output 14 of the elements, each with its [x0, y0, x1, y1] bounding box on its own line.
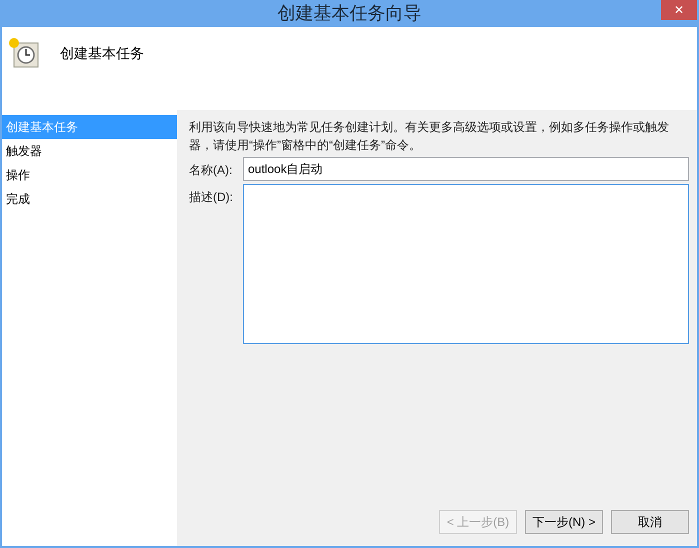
- sidebar-item[interactable]: 操作: [2, 163, 177, 187]
- sidebar-item[interactable]: 触发器: [2, 139, 177, 163]
- field-label: 名称(A):: [189, 162, 234, 179]
- description-field[interactable]: [243, 184, 689, 344]
- close-button[interactable]: ✕: [661, 0, 697, 20]
- intro-text: 利用该向导快速地为常见任务创建计划。有关更多高级选项或设置，例如多任务操作或触发器，请使用“操作”窗格中的“创建任务”命令。: [189, 119, 670, 154]
- wizard-button[interactable]: 取消: [611, 510, 689, 534]
- clock-icon: [8, 37, 40, 69]
- field-label: 描述(D):: [189, 189, 234, 206]
- sidebar-item[interactable]: 完成: [2, 187, 177, 211]
- name-field[interactable]: outlook自启动: [243, 157, 689, 181]
- header-title: 创建基本任务: [60, 44, 144, 63]
- wizard-button[interactable]: 下一步(N) >: [525, 510, 603, 534]
- window-title: 创建基本任务向导: [278, 2, 422, 25]
